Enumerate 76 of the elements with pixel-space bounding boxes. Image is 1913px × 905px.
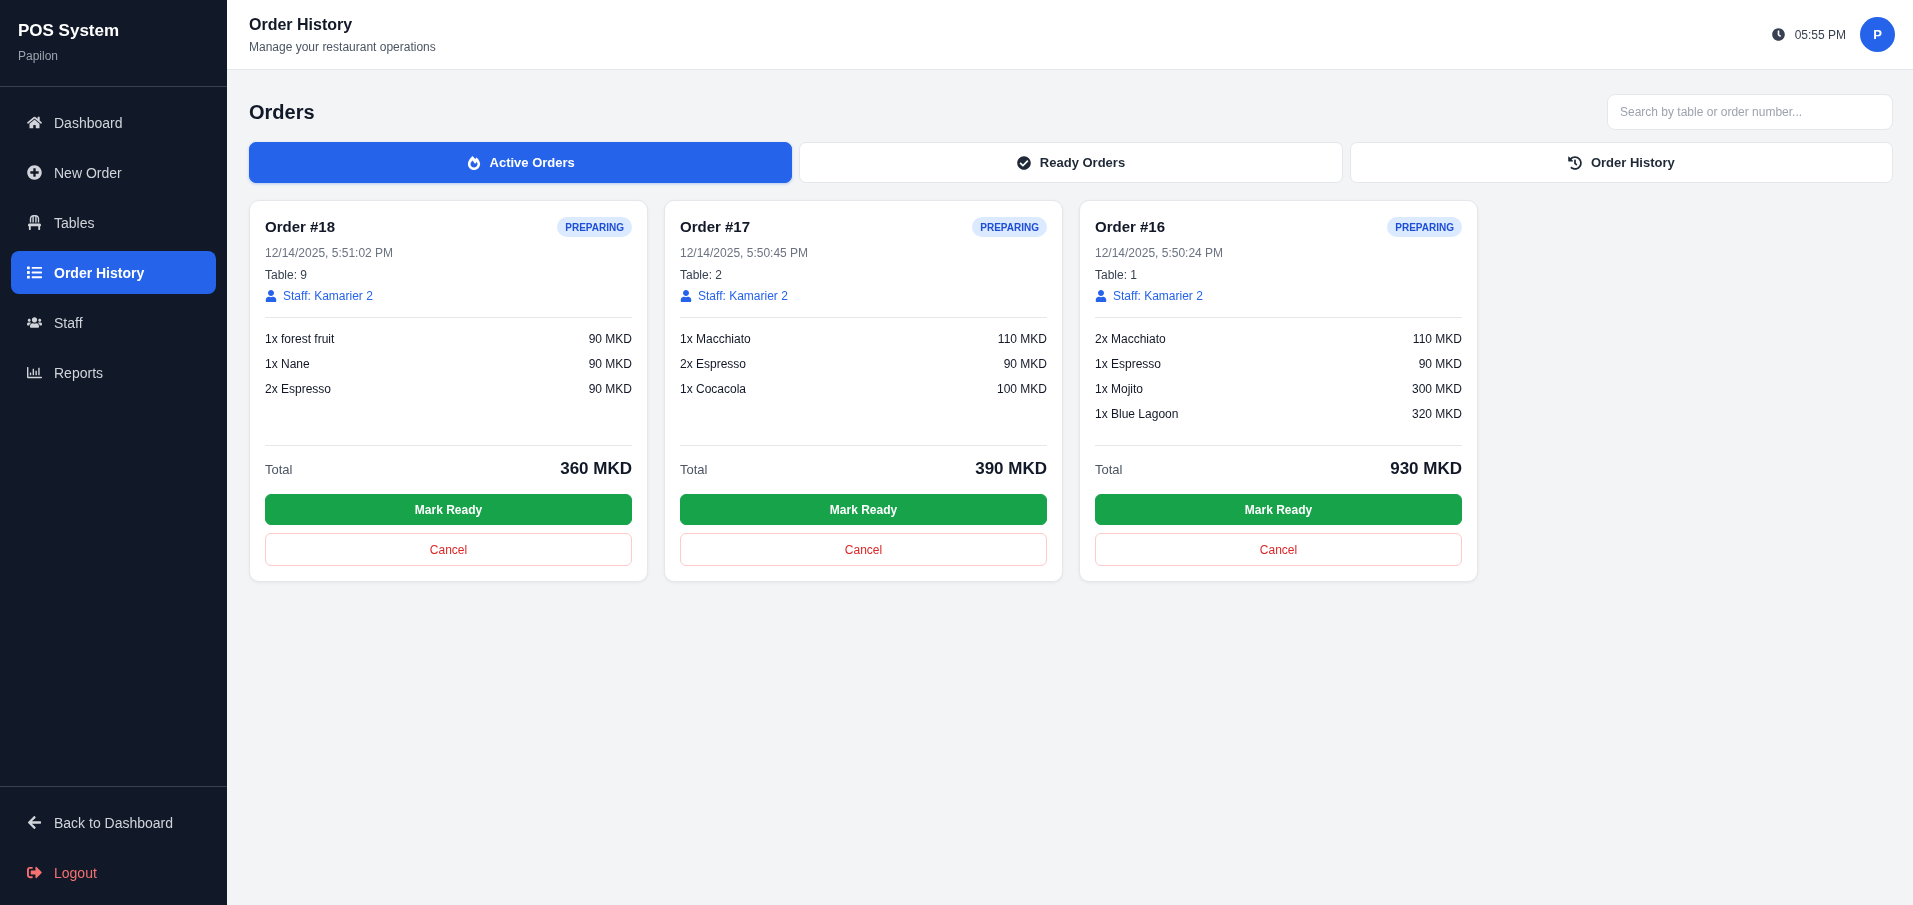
item-price: 100 MKD (996, 382, 1047, 396)
logout-icon (27, 865, 42, 880)
cancel-button[interactable]: Cancel (680, 533, 1047, 566)
list-icon (27, 265, 42, 280)
item-name: 1x Nane (265, 357, 310, 371)
page-title: Order History (249, 14, 353, 35)
item-name: 1x Espresso (1095, 357, 1162, 371)
status-badge: PREPARING (557, 217, 632, 237)
item-name: 2x Espresso (680, 357, 747, 371)
item-price: 90 MKD (588, 382, 632, 396)
user-avatar[interactable]: P (1860, 17, 1895, 52)
order-title: Order #16 (1095, 217, 1166, 237)
total-amount: 360 MKD (560, 459, 632, 479)
sidebar-item[interactable]: Reports (11, 351, 216, 394)
item-name: 1x Cocacola (680, 382, 747, 396)
staff-name: Staff: Kamarier 2 (1113, 288, 1203, 305)
user-icon (265, 290, 277, 302)
total-label: Total (1095, 461, 1123, 477)
item-price: 90 MKD (1418, 357, 1462, 371)
total-label: Total (680, 461, 708, 477)
total-amount: 930 MKD (1390, 459, 1462, 479)
sidebar-item[interactable]: Dashboard (11, 101, 216, 144)
section-heading: Orders (249, 100, 315, 124)
item-name: 1x Mojito (1095, 382, 1144, 396)
item-name: 1x Macchiato (680, 332, 751, 346)
user-icon (1095, 290, 1107, 302)
table-number: Table: 1 (1095, 267, 1139, 284)
order-date: 12/14/2025, 5:50:45 PM (680, 245, 810, 262)
tab[interactable]: Ready Orders (799, 142, 1343, 183)
search-field[interactable]: Search by table or order number... (1607, 94, 1893, 130)
item-price: 90 MKD (1003, 357, 1047, 371)
current-time: 05:55 PM (1794, 27, 1846, 42)
status-badge: PREPARING (1387, 217, 1462, 237)
order-date: 12/14/2025, 5:51:02 PM (265, 245, 395, 262)
clock-icon (1771, 28, 1785, 41)
sidebar-item[interactable]: Order History (11, 251, 216, 294)
item-price: 90 MKD (588, 357, 632, 371)
tab[interactable]: Active Orders (249, 142, 793, 183)
history-icon (1567, 155, 1582, 170)
order-title: Order #18 (265, 217, 336, 237)
cancel-button[interactable]: Cancel (265, 533, 632, 566)
sidebar-item[interactable]: Tables (11, 201, 216, 244)
cancel-button[interactable]: Cancel (1095, 533, 1462, 566)
sidebar-item[interactable]: New Order (11, 151, 216, 194)
item-name: 1x Blue Lagoon (1095, 407, 1179, 421)
staff-name: Staff: Kamarier 2 (698, 288, 788, 305)
table-number: Table: 2 (680, 267, 724, 284)
total-label: Total (265, 461, 293, 477)
order-title: Order #17 (680, 217, 751, 237)
bar-chart-icon (27, 365, 42, 380)
sidebar-item[interactable]: Staff (11, 301, 216, 344)
home-icon (27, 115, 42, 130)
restaurant-name: Papilon (18, 48, 59, 64)
status-badge: PREPARING (972, 217, 1047, 237)
item-price: 300 MKD (1411, 382, 1462, 396)
item-price: 90 MKD (588, 332, 632, 346)
flame-icon (466, 155, 481, 170)
item-name: 1x forest fruit (265, 332, 335, 346)
item-price: 110 MKD (997, 332, 1047, 346)
item-name: 2x Macchiato (1095, 332, 1166, 346)
order-date: 12/14/2025, 5:50:24 PM (1095, 245, 1225, 262)
item-price: 320 MKD (1411, 407, 1462, 421)
page-subtitle: Manage your restaurant operations (249, 38, 436, 55)
table-number: Table: 9 (265, 267, 309, 284)
item-name: 2x Espresso (265, 382, 332, 396)
users-icon (27, 315, 42, 330)
logout-button[interactable]: Logout (11, 851, 216, 894)
staff-name: Staff: Kamarier 2 (283, 288, 373, 305)
total-amount: 390 MKD (975, 459, 1047, 479)
back-link[interactable]: Back to Dashboard (11, 801, 216, 844)
user-icon (680, 290, 692, 302)
tab[interactable]: Order History (1349, 142, 1893, 183)
app-title: POS System (18, 20, 120, 42)
item-price: 110 MKD (1412, 332, 1462, 346)
arrow-left-icon (27, 815, 42, 830)
chair-icon (27, 215, 42, 230)
